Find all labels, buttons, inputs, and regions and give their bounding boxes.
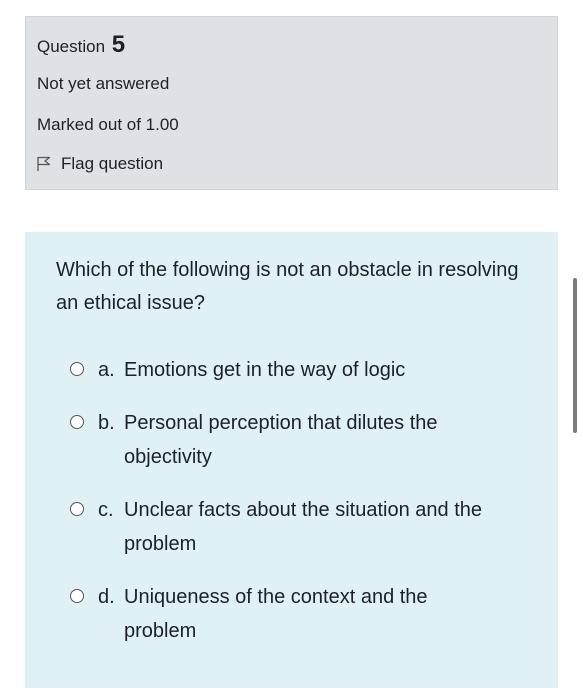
scrollbar[interactable] — [573, 278, 577, 433]
answer-label-d[interactable]: d. Uniqueness of the context and the pro… — [98, 580, 498, 648]
radio-button-d[interactable] — [70, 589, 84, 603]
question-number-value: 5 — [111, 31, 126, 58]
question-number: Question 5 — [37, 31, 125, 59]
answer-text: Emotions get in the way of logic — [124, 359, 406, 381]
question-info-panel: Question 5 Not yet answered Marked out o… — [25, 16, 558, 190]
answer-text: Personal perception that dilutes the obj… — [124, 412, 438, 468]
question-text: Which of the following is not an obstacl… — [56, 259, 519, 314]
radio-button-a[interactable] — [70, 362, 84, 376]
question-state: Not yet answered — [37, 74, 170, 93]
radio-button-b[interactable] — [70, 415, 84, 429]
question-grade: Marked out of 1.00 — [37, 115, 179, 134]
question-label: Question — [37, 37, 106, 56]
question-formulation: Which of the following is not an obstacl… — [25, 232, 558, 688]
answer-label-c[interactable]: c. Unclear facts about the situation and… — [98, 493, 498, 561]
flag-question-label: Flag question — [61, 154, 164, 173]
answer-letter: c. — [98, 499, 114, 521]
answer-label-a[interactable]: a. Emotions get in the way of logic — [98, 353, 498, 387]
flag-icon — [37, 156, 51, 171]
answer-text: Unclear facts about the situation and th… — [124, 499, 483, 555]
flag-question-button[interactable]: Flag question — [37, 154, 163, 174]
answer-text: Uniqueness of the context and the proble… — [124, 586, 428, 642]
answer-label-b[interactable]: b. Personal perception that dilutes the … — [98, 406, 498, 474]
answer-letter: b. — [98, 412, 115, 434]
radio-button-c[interactable] — [70, 502, 84, 516]
answer-letter: d. — [98, 586, 115, 608]
answer-letter: a. — [98, 359, 115, 381]
